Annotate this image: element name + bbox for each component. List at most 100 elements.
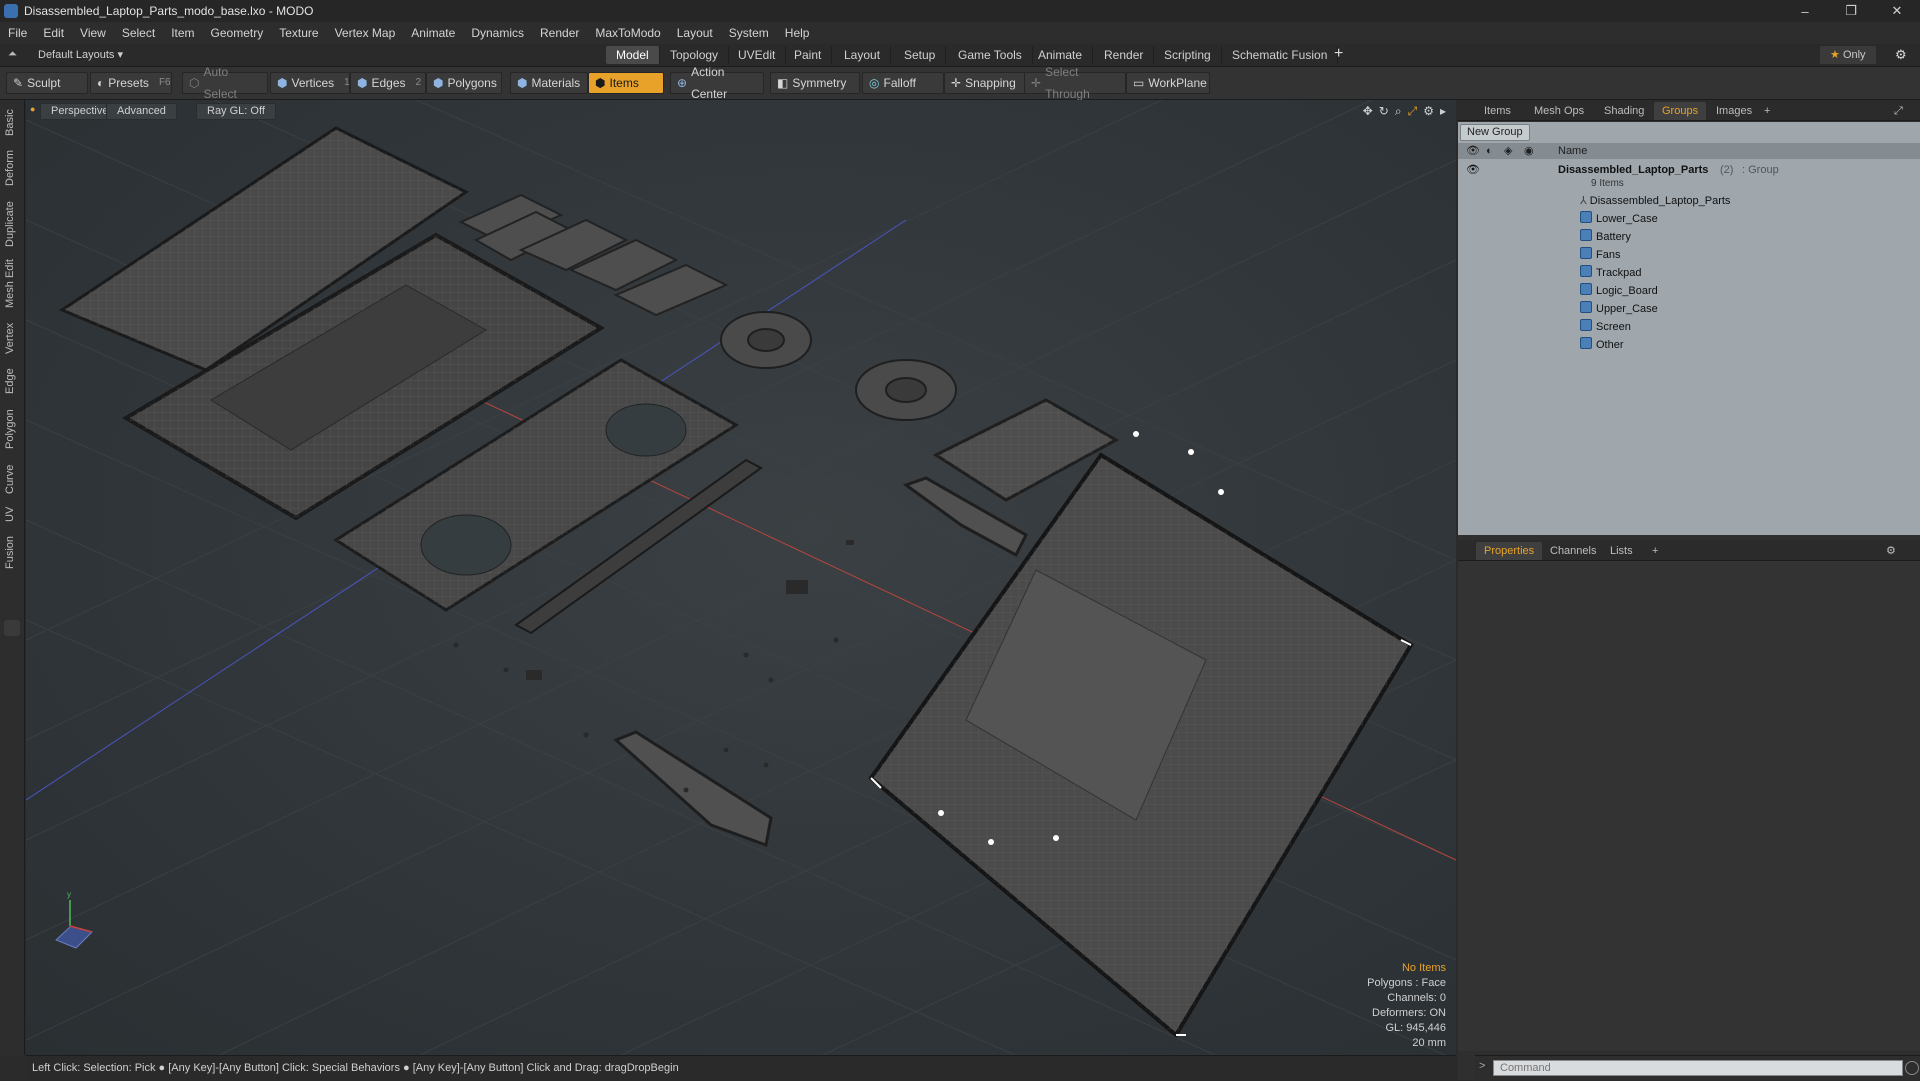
- tab-images[interactable]: Images: [1708, 102, 1760, 120]
- restore-button[interactable]: ❐: [1828, 0, 1874, 22]
- menu-render[interactable]: Render: [532, 22, 587, 44]
- tab-scripting[interactable]: Scripting: [1154, 46, 1222, 64]
- list-item[interactable]: Screen: [1458, 318, 1920, 336]
- items-button[interactable]: ⬢ Items: [588, 72, 664, 94]
- fit-icon[interactable]: ⤢: [1408, 104, 1418, 119]
- rotate-icon[interactable]: ↻: [1379, 104, 1389, 119]
- expand-panel-icon[interactable]: [4, 620, 20, 636]
- stat-channels: Channels: 0: [1387, 992, 1446, 1004]
- edges-icon: ⬢: [357, 76, 368, 90]
- mesh-icon: [1580, 247, 1592, 259]
- new-group-button[interactable]: New Group: [1460, 124, 1530, 141]
- panel-expand-icon[interactable]: ⤢: [1886, 102, 1911, 120]
- polygons-icon: ⬢: [433, 76, 444, 90]
- tab-properties[interactable]: Properties: [1476, 542, 1543, 560]
- tab-game-tools[interactable]: Game Tools: [948, 46, 1033, 64]
- menu-maxtomodo[interactable]: MaxToModo: [587, 22, 668, 44]
- command-input[interactable]: [1493, 1060, 1903, 1076]
- vtab-uv[interactable]: UV: [4, 504, 20, 524]
- tab-paint[interactable]: Paint: [784, 46, 833, 64]
- menu-view[interactable]: View: [72, 22, 114, 44]
- menu-select[interactable]: Select: [114, 22, 163, 44]
- zoom-icon[interactable]: ⌕: [1395, 104, 1402, 119]
- menu-geometry[interactable]: Geometry: [203, 22, 272, 44]
- viewport-menu-icon[interactable]: ●: [30, 104, 35, 114]
- workplane-button[interactable]: ▭ WorkPlane: [1126, 72, 1210, 94]
- vtab-curve[interactable]: Curve: [4, 462, 20, 496]
- add-tab-icon[interactable]: +: [1334, 45, 1343, 63]
- title-bar: Disassembled_Laptop_Parts_modo_base.lxo …: [0, 0, 1920, 22]
- default-layouts-dropdown[interactable]: Default Layouts ▾: [38, 48, 123, 61]
- 3d-viewport[interactable]: y ● Perspective Advanced Ray GL: Off ✥ ↻…: [26, 100, 1456, 1055]
- vtab-deform[interactable]: Deform: [4, 148, 20, 188]
- pan-icon[interactable]: ✥: [1363, 104, 1373, 119]
- list-item[interactable]: ⅄ Disassembled_Laptop_Parts: [1458, 192, 1920, 210]
- menu-system[interactable]: System: [721, 22, 777, 44]
- vtab-fusion[interactable]: Fusion: [4, 534, 20, 570]
- menu-vertex-map[interactable]: Vertex Map: [327, 22, 404, 44]
- viewport-settings-icon[interactable]: ⚙: [1423, 104, 1434, 119]
- properties-tab-bar: Properties Channels Lists + ⚙: [1458, 540, 1920, 561]
- vtab-mesh-edit[interactable]: Mesh Edit: [4, 258, 20, 310]
- auto-select-icon: ⬡: [189, 76, 200, 90]
- presets-button[interactable]: ◐ Presets F6: [90, 72, 172, 94]
- tab-model[interactable]: Model: [606, 46, 660, 64]
- select-through-button[interactable]: ✛ Select Through: [1024, 65, 1126, 101]
- polygons-button[interactable]: ⬢ Polygons: [426, 72, 502, 94]
- menu-dynamics[interactable]: Dynamics: [463, 22, 532, 44]
- menu-file[interactable]: File: [0, 22, 35, 44]
- list-item[interactable]: Battery: [1458, 228, 1920, 246]
- tab-setup[interactable]: Setup: [894, 46, 947, 64]
- tab-schematic-fusion[interactable]: Schematic Fusion: [1222, 46, 1339, 64]
- vtab-vertex[interactable]: Vertex: [4, 320, 20, 356]
- vtab-edge[interactable]: Edge: [4, 366, 20, 396]
- tab-groups[interactable]: Groups: [1654, 102, 1707, 120]
- tab-mesh-ops[interactable]: Mesh Ops: [1526, 102, 1592, 120]
- vertices-button[interactable]: ⬢ Vertices 1: [270, 72, 350, 94]
- vtab-polygon[interactable]: Polygon: [4, 406, 20, 452]
- list-item[interactable]: Upper_Case: [1458, 300, 1920, 318]
- list-item[interactable]: Logic_Board: [1458, 282, 1920, 300]
- list-item[interactable]: Lower_Case: [1458, 210, 1920, 228]
- raygl-toggle[interactable]: Ray GL: Off: [196, 103, 276, 120]
- action-center-button[interactable]: ⊕ Action Center: [670, 65, 764, 101]
- tab-layout[interactable]: Layout: [834, 46, 892, 64]
- menu-layout[interactable]: Layout: [669, 22, 721, 44]
- layout-menu-icon[interactable]: ⏶: [8, 48, 17, 61]
- snapping-button[interactable]: ✛ Snapping: [944, 72, 1026, 94]
- tab-shading[interactable]: Shading: [1596, 102, 1652, 120]
- menu-help[interactable]: Help: [777, 22, 818, 44]
- list-item[interactable]: Other: [1458, 336, 1920, 354]
- properties-settings-icon[interactable]: ⚙: [1878, 542, 1904, 560]
- materials-button[interactable]: ⬢ Materials: [510, 72, 588, 94]
- vtab-basic[interactable]: Basic: [4, 108, 20, 138]
- only-toggle[interactable]: ★ Only: [1820, 46, 1876, 64]
- mesh-icon: [1580, 301, 1592, 313]
- edges-button[interactable]: ⬢ Edges 2: [350, 72, 426, 94]
- viewport-more-icon[interactable]: ▸: [1440, 104, 1446, 119]
- left-tool-tabs: Basic Deform Duplicate Mesh Edit Vertex …: [0, 100, 25, 1055]
- shading-dropdown[interactable]: Advanced: [106, 103, 177, 120]
- add-properties-tab-icon[interactable]: +: [1644, 542, 1666, 560]
- command-history-icon[interactable]: [1905, 1061, 1919, 1075]
- menu-edit[interactable]: Edit: [35, 22, 72, 44]
- auto-select-button[interactable]: ⬡ Auto Select: [182, 65, 268, 101]
- list-item[interactable]: Fans: [1458, 246, 1920, 264]
- tab-lists[interactable]: Lists: [1602, 542, 1641, 560]
- falloff-button[interactable]: ◎ Falloff: [862, 72, 944, 94]
- menu-item[interactable]: Item: [163, 22, 202, 44]
- list-item[interactable]: Trackpad: [1458, 264, 1920, 282]
- menu-animate[interactable]: Animate: [403, 22, 463, 44]
- gear-icon[interactable]: ⚙: [1895, 47, 1907, 63]
- tab-items[interactable]: Items: [1476, 102, 1519, 120]
- symmetry-button[interactable]: ◧ Symmetry: [770, 72, 860, 94]
- minimize-button[interactable]: –: [1782, 0, 1828, 22]
- items-label: Items: [609, 76, 639, 90]
- sculpt-button[interactable]: ✎ Sculpt: [6, 72, 88, 94]
- snapping-icon: ✛: [951, 76, 962, 90]
- tab-channels[interactable]: Channels: [1542, 542, 1604, 560]
- menu-texture[interactable]: Texture: [271, 22, 326, 44]
- vtab-duplicate[interactable]: Duplicate: [4, 198, 20, 250]
- close-button[interactable]: ✕: [1874, 0, 1920, 22]
- add-panel-tab-icon[interactable]: +: [1756, 102, 1778, 120]
